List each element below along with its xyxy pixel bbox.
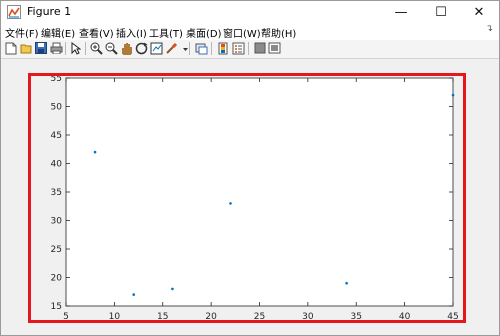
highlight-frame — [28, 73, 466, 323]
figure-window: Figure 1 — ☐ ✕ 文件(F) 编辑(E) 查看(V) 插入(I) 工… — [0, 0, 500, 336]
